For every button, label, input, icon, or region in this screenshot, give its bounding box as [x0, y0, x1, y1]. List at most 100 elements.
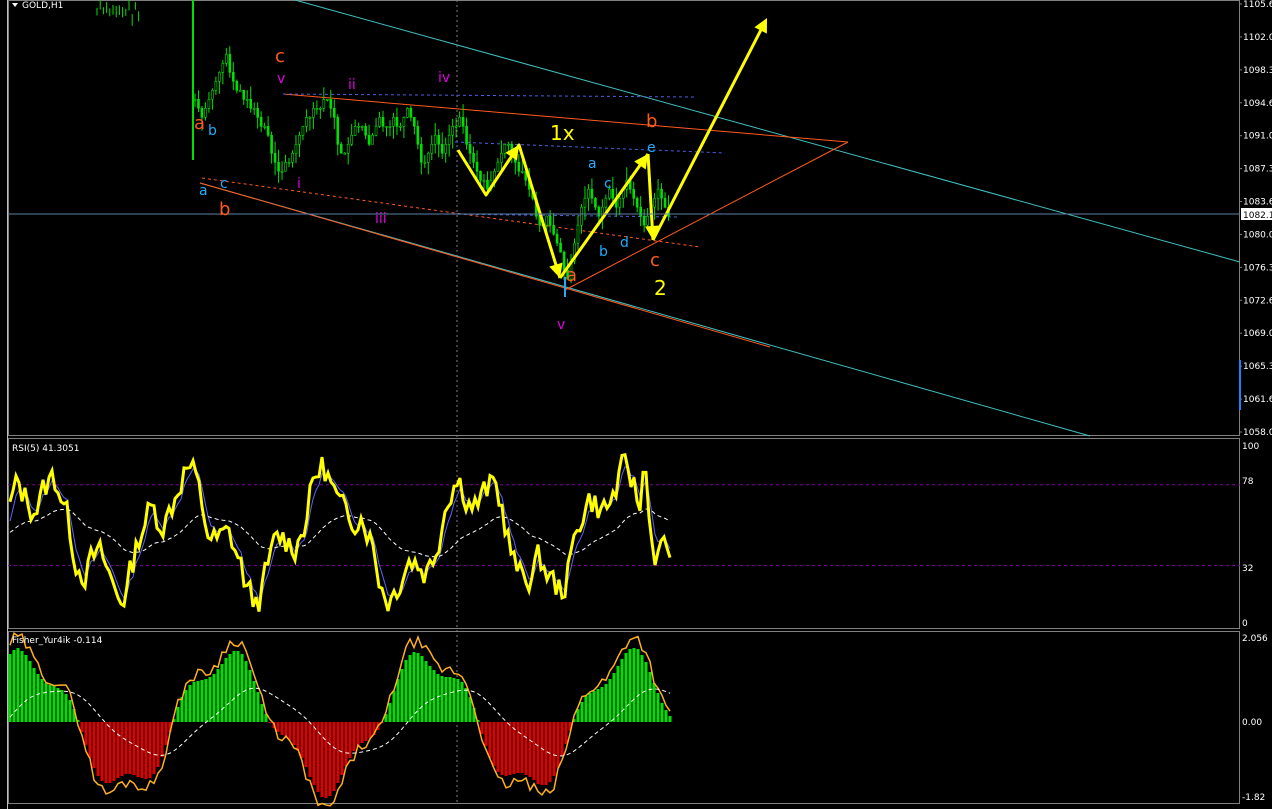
candle-body	[475, 161, 479, 172]
fisher-histogram-bar	[328, 722, 332, 796]
candle-body	[486, 179, 489, 190]
fisher-histogram-bar	[60, 690, 64, 722]
fisher-histogram-bar	[304, 722, 308, 767]
fisher-histogram-bar	[280, 722, 284, 735]
fisher-histogram-bar	[356, 722, 360, 747]
candle-body	[458, 116, 461, 127]
candle-body	[245, 99, 249, 101]
candle-body	[461, 116, 465, 127]
price-tick-label: 1087.3	[1243, 165, 1272, 175]
candle-body	[197, 99, 200, 109]
candle-body	[590, 188, 594, 199]
fisher-histogram-bar	[336, 722, 340, 783]
fisher-histogram-bar	[440, 676, 444, 722]
candle-body	[315, 108, 319, 110]
price-tick-label: 1065.3	[1243, 362, 1272, 372]
yellow-path-up2	[651, 21, 767, 241]
candle-body	[656, 188, 660, 199]
candle-body	[520, 170, 524, 173]
wave-label-a-mid: a	[566, 265, 577, 286]
candle-body	[465, 125, 468, 145]
candle-body	[451, 125, 454, 136]
fisher-histogram-bar	[516, 722, 520, 773]
dropdown-triangle-icon[interactable]	[12, 3, 18, 7]
fisher-histogram-bar	[340, 722, 344, 775]
fisher-histogram-bar	[604, 684, 608, 722]
candle-body	[374, 125, 378, 136]
fisher-histogram-bar	[40, 679, 44, 722]
fisher-histogram-bar	[424, 661, 428, 722]
candle-body	[263, 125, 266, 128]
candle-body	[388, 125, 392, 128]
fisher-histogram-bar	[236, 651, 240, 722]
fisher-histogram-bar	[228, 654, 232, 722]
rsi-line	[8, 453, 672, 612]
candle-body	[228, 54, 232, 73]
candle-body	[312, 108, 315, 118]
wave-label-c-cyan-right: c	[604, 176, 612, 192]
candle-body	[416, 125, 420, 145]
candle-body	[270, 134, 273, 154]
fisher-histogram-bar	[524, 722, 528, 775]
current-price-label: 1082.1	[1243, 211, 1272, 221]
fisher-histogram-bar	[580, 702, 584, 722]
candle-body	[430, 143, 434, 154]
fisher-histogram-bar	[220, 664, 224, 722]
rsi-plot	[8, 453, 1240, 612]
candle-body	[447, 134, 451, 145]
fisher-histogram-bar	[652, 683, 656, 722]
fisher-histogram-bar	[452, 678, 456, 722]
price-tick-label: 1080.0	[1243, 230, 1272, 240]
fisher-histogram-bar	[88, 722, 92, 758]
candle-body	[562, 251, 566, 271]
candle-body	[402, 116, 406, 127]
candle-body	[395, 116, 399, 127]
fisher-histogram-bar	[136, 722, 140, 777]
fisher-histogram-bar	[464, 688, 468, 722]
candle-body	[517, 161, 521, 172]
fisher-histogram-bar	[396, 679, 400, 722]
fisher-histogram-bar	[608, 679, 612, 722]
fisher-histogram-bar	[320, 722, 324, 797]
candle-body	[468, 143, 472, 154]
fisher-axis: 2.056 0.00 -1.82	[1242, 634, 1268, 803]
fisher-histogram-bar	[596, 689, 600, 722]
fisher-histogram-bar	[152, 722, 156, 774]
candle-body	[277, 161, 280, 172]
price-tick-label: 1102.0	[1243, 33, 1272, 43]
fisher-histogram-bar	[16, 648, 20, 722]
fisher-histogram-bar	[312, 722, 316, 785]
fisher-histogram-bar	[348, 722, 352, 758]
candle-body	[249, 99, 253, 109]
fisher-histogram-bar	[364, 722, 368, 741]
fisher-tick-zero: 0.00	[1242, 718, 1262, 728]
fisher-histogram-bar	[368, 722, 372, 738]
fisher-histogram-bar	[332, 722, 336, 791]
fisher-histogram-bar	[500, 722, 504, 775]
wave-label-b-cyan-left: b	[208, 123, 217, 139]
candle-body	[259, 116, 263, 127]
fisher-histogram-bar	[144, 722, 148, 779]
candle-body	[587, 188, 590, 199]
candle-body	[284, 161, 287, 172]
fisher-histogram-bar	[664, 710, 668, 722]
wave-label-iii: iii	[375, 211, 387, 227]
fisher-histogram-bar	[544, 722, 548, 785]
fisher-histogram-bar	[44, 683, 48, 722]
fisher-histogram-bar	[28, 661, 32, 722]
candle-body	[322, 99, 326, 109]
fisher-histogram-bar	[192, 682, 196, 722]
wave-label-ii: ii	[348, 77, 356, 93]
fisher-histogram-bar	[360, 722, 364, 743]
fisher-histogram-bar	[588, 693, 592, 722]
wave-label-b-cyan-right: b	[599, 244, 608, 260]
fisher-histogram-bar	[488, 722, 492, 758]
trading-chart[interactable]: 1105.6 1102.0 1098.3 1094.6 1091.0 1087.3 1083…	[0, 0, 1272, 809]
price-tick-label: 1105.6	[1243, 0, 1272, 10]
fisher-histogram-bar	[96, 722, 100, 776]
rsi-tick-78: 78	[1242, 477, 1254, 487]
fisher-histogram-bar	[540, 722, 544, 785]
fisher-histogram-bar	[508, 722, 512, 775]
candle-body	[280, 170, 284, 173]
candle-body	[482, 179, 486, 182]
